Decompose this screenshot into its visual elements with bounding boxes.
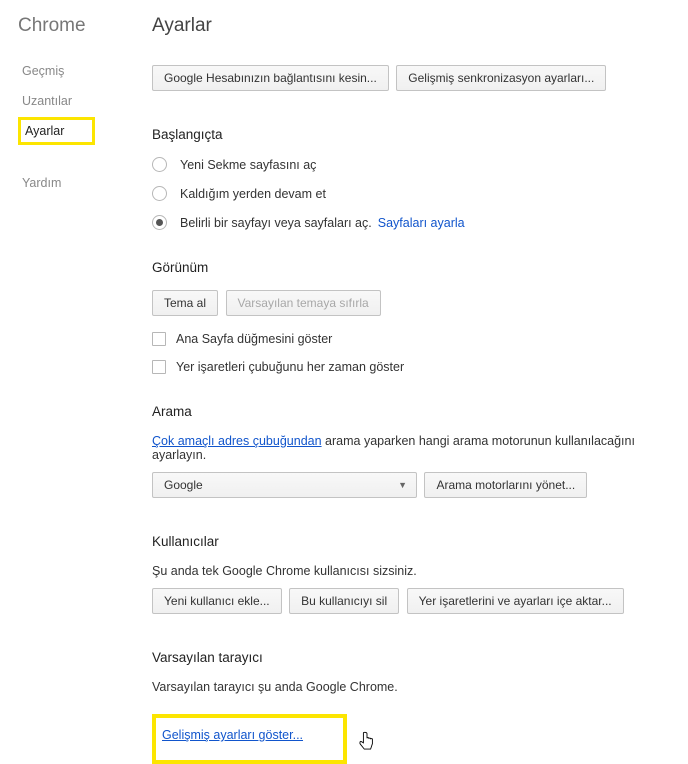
radio-specific-pages[interactable] [152, 215, 167, 230]
users-section: Kullanıcılar Şu anda tek Google Chrome k… [152, 534, 678, 620]
pointer-cursor-icon [358, 730, 376, 752]
search-description: Çok amaçlı adres çubuğundan arama yapark… [152, 434, 678, 462]
search-engine-selected-label: Google [164, 478, 203, 492]
nav-settings[interactable]: Ayarlar [18, 117, 95, 145]
import-bookmarks-button[interactable]: Yer işaretlerini ve ayarları içe aktar..… [407, 588, 624, 614]
radio-newtab-label: Yeni Sekme sayfasını aç [180, 158, 316, 172]
appearance-section: Görünüm Tema al Varsayılan temaya sıfırl… [152, 260, 678, 374]
omnibox-link[interactable]: Çok amaçlı adres çubuğundan [152, 434, 322, 448]
get-themes-button[interactable]: Tema al [152, 290, 218, 316]
startup-section: Başlangıçta Yeni Sekme sayfasını aç Kald… [152, 127, 678, 230]
search-section: Arama Çok amaçlı adres çubuğundan arama … [152, 404, 678, 504]
signin-section: Google Hesabınızın bağlantısını kesin...… [152, 65, 678, 97]
default-browser-section: Varsayılan tarayıcı Varsayılan tarayıcı … [152, 650, 678, 694]
show-home-label: Ana Sayfa düğmesini göster [176, 332, 332, 346]
show-bookmarks-checkbox[interactable] [152, 360, 166, 374]
search-heading: Arama [152, 404, 678, 419]
default-browser-desc: Varsayılan tarayıcı şu anda Google Chrom… [152, 680, 678, 694]
settings-main: Ayarlar Google Hesabınızın bağlantısını … [140, 0, 688, 678]
nav-history[interactable]: Geçmiş [18, 57, 68, 85]
show-bookmarks-label: Yer işaretleri çubuğunu her zaman göster [176, 360, 404, 374]
radio-continue[interactable] [152, 186, 167, 201]
page-title: Ayarlar [152, 15, 678, 37]
sidebar: Chrome Geçmiş Uzantılar Ayarlar Yardım [0, 0, 140, 678]
add-user-button[interactable]: Yeni kullanıcı ekle... [152, 588, 282, 614]
disconnect-account-button[interactable]: Google Hesabınızın bağlantısını kesin... [152, 65, 389, 91]
nav-extensions[interactable]: Uzantılar [18, 87, 76, 115]
delete-user-button[interactable]: Bu kullanıcıyı sil [289, 588, 399, 614]
nav-help[interactable]: Yardım [18, 169, 65, 197]
show-advanced-settings-link[interactable]: Gelişmiş ayarları göster... [162, 728, 303, 742]
radio-continue-label: Kaldığım yerden devam et [180, 187, 326, 201]
radio-newtab[interactable] [152, 157, 167, 172]
set-pages-link[interactable]: Sayfaları ayarla [378, 216, 465, 230]
chevron-down-icon: ▼ [398, 480, 407, 490]
radio-specific-pages-label: Belirli bir sayfayı veya sayfaları aç. [180, 216, 372, 230]
startup-heading: Başlangıçta [152, 127, 678, 142]
app-brand: Chrome [18, 15, 140, 37]
manage-search-engines-button[interactable]: Arama motorlarını yönet... [424, 472, 587, 498]
users-desc: Şu anda tek Google Chrome kullanıcısı si… [152, 564, 678, 578]
show-home-checkbox[interactable] [152, 332, 166, 346]
advanced-sync-button[interactable]: Gelişmiş senkronizasyon ayarları... [396, 65, 606, 91]
default-browser-heading: Varsayılan tarayıcı [152, 650, 678, 665]
reset-theme-button: Varsayılan temaya sıfırla [226, 290, 381, 316]
search-engine-select[interactable]: Google ▼ [152, 472, 417, 498]
users-heading: Kullanıcılar [152, 534, 678, 549]
appearance-heading: Görünüm [152, 260, 678, 275]
advanced-highlight-box: Gelişmiş ayarları göster... [152, 714, 347, 764]
